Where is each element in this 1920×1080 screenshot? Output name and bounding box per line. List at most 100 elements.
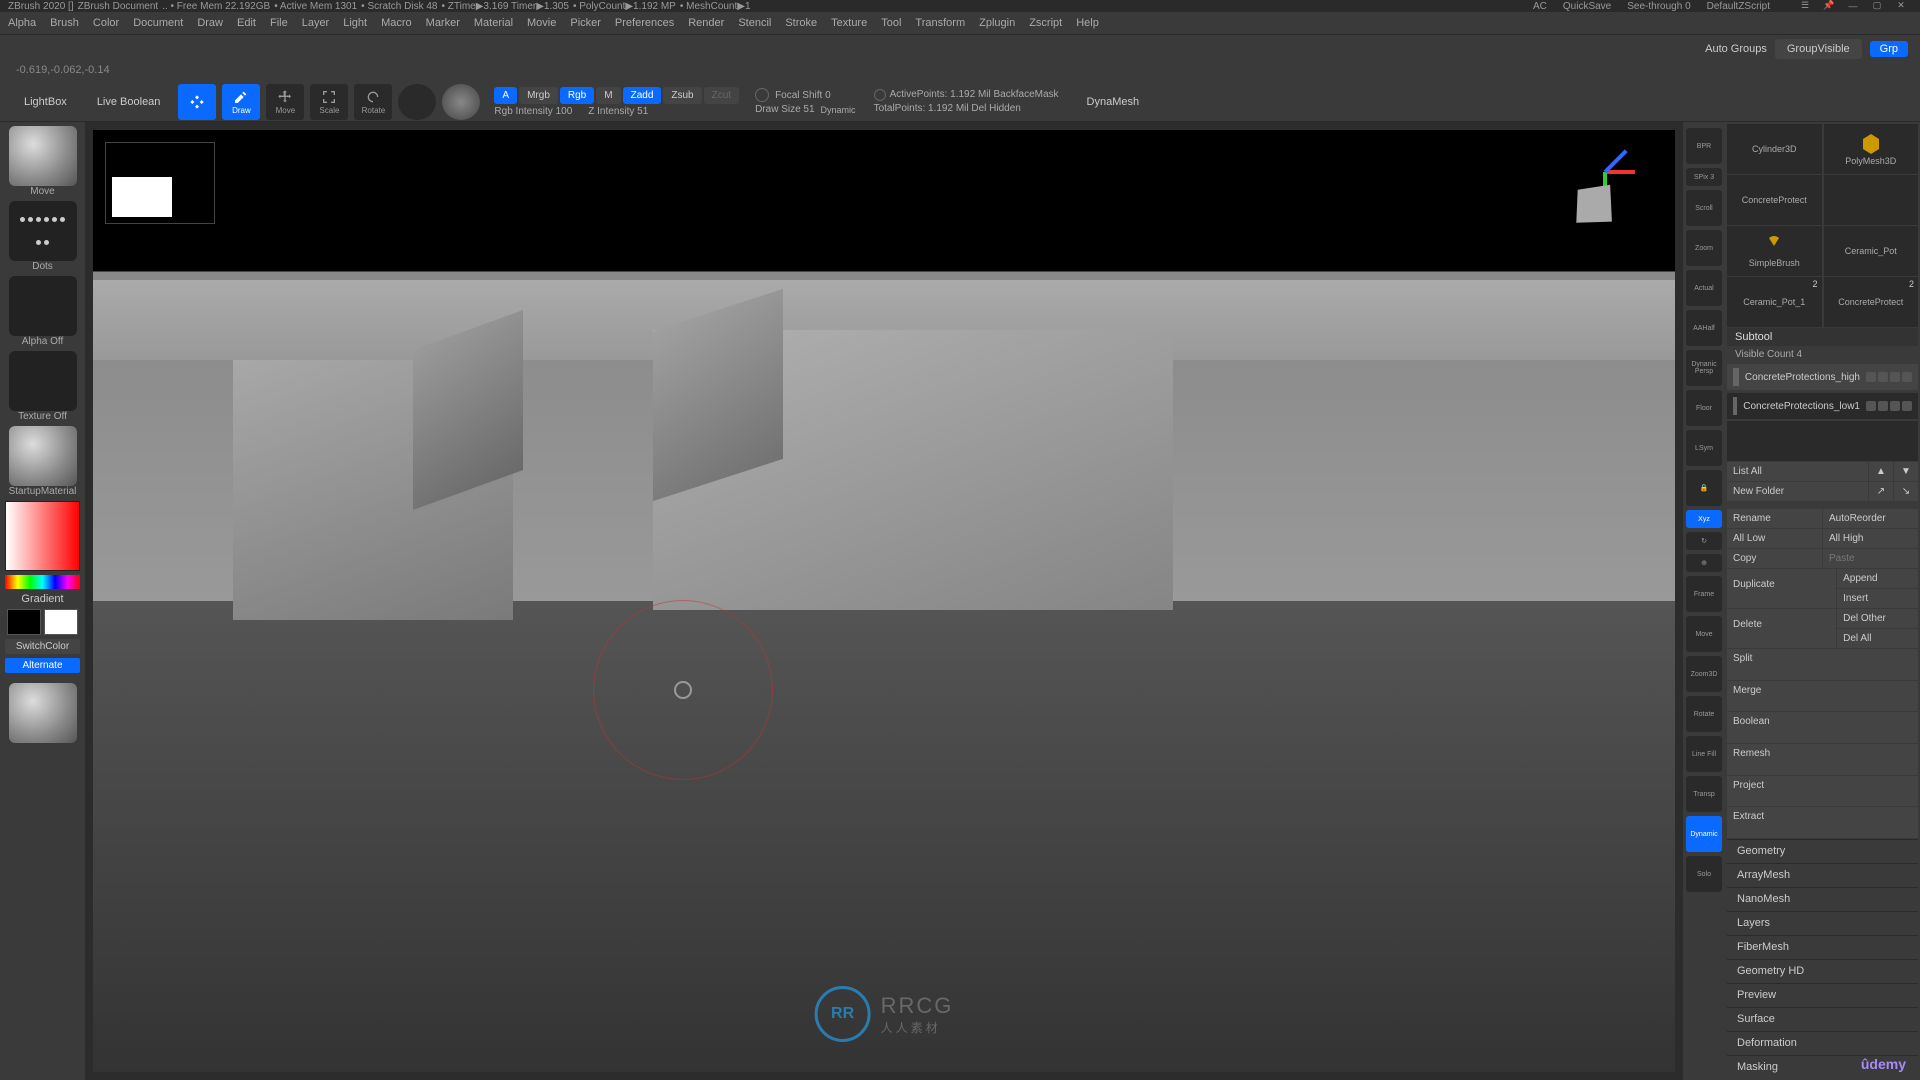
tool-empty[interactable] — [1824, 175, 1919, 225]
delall-button[interactable]: Del All — [1837, 629, 1918, 648]
rotate3d-button[interactable]: Rotate — [1686, 696, 1722, 732]
scale-button[interactable]: Scale — [310, 84, 348, 120]
rgb-button[interactable]: Rgb — [560, 87, 594, 104]
merge-button[interactable]: Merge — [1727, 681, 1918, 712]
menu-file[interactable]: File — [270, 17, 288, 29]
project-button[interactable]: Project — [1727, 776, 1918, 807]
extract-button[interactable]: Extract — [1727, 807, 1918, 838]
lock-button[interactable]: 🔒 — [1686, 470, 1722, 506]
menu-texture[interactable]: Texture — [831, 17, 867, 29]
copy-button[interactable]: Copy — [1727, 549, 1822, 568]
menu-brush[interactable]: Brush — [50, 17, 79, 29]
snap-button[interactable]: ↻ — [1686, 532, 1722, 550]
zadd-button[interactable]: Zadd — [623, 87, 662, 104]
delother-button[interactable]: Del Other — [1837, 609, 1918, 628]
floor-button[interactable]: Floor — [1686, 390, 1722, 426]
accordion-preview[interactable]: Preview — [1727, 983, 1918, 1006]
accordion-deformation[interactable]: Deformation — [1727, 1031, 1918, 1054]
transp-button[interactable]: Transp — [1686, 776, 1722, 812]
stroke-slot[interactable]: Dots — [5, 201, 80, 272]
groupvisible-button[interactable]: GroupVisible — [1775, 39, 1862, 59]
arrow2-button[interactable]: ↘ — [1894, 482, 1918, 501]
zoom-button[interactable]: Zoom — [1686, 230, 1722, 266]
tool-cylinder3d[interactable]: Cylinder3D — [1727, 124, 1822, 174]
accordion-arraymesh[interactable]: ArrayMesh — [1727, 863, 1918, 886]
arrow1-button[interactable]: ↗ — [1869, 482, 1893, 501]
material-slot[interactable]: StartupMaterial — [5, 426, 80, 497]
sculptris-button[interactable] — [398, 84, 436, 120]
gradient-label[interactable]: Gradient — [21, 593, 63, 605]
brush-slot[interactable]: Move — [5, 126, 80, 197]
menu-icon[interactable]: ☰ — [1798, 1, 1812, 11]
pin-icon[interactable]: 📌 — [1822, 1, 1836, 11]
quicksave-button[interactable]: QuickSave — [1563, 1, 1611, 12]
menu-edit[interactable]: Edit — [237, 17, 256, 29]
accordion-layers[interactable]: Layers — [1727, 911, 1918, 934]
switchcolor-button[interactable]: SwitchColor — [5, 639, 80, 654]
movedown-button[interactable]: ▼ — [1894, 462, 1918, 481]
accordion-fibermesh[interactable]: FiberMesh — [1727, 935, 1918, 958]
menu-picker[interactable]: Picker — [570, 17, 601, 29]
linefill-button[interactable]: Line Fill — [1686, 736, 1722, 772]
swatch-secondary[interactable] — [7, 609, 41, 635]
close-icon[interactable]: ✕ — [1894, 1, 1908, 11]
newfolder-button[interactable]: New Folder — [1727, 482, 1868, 501]
menu-preferences[interactable]: Preferences — [615, 17, 674, 29]
dynamic-toggle[interactable]: Dynamic — [821, 105, 856, 115]
menu-draw[interactable]: Draw — [197, 17, 223, 29]
spix-button[interactable]: SPix 3 — [1686, 168, 1722, 186]
zsub-button[interactable]: Zsub — [663, 87, 701, 104]
alpha-slot[interactable]: Alpha Off — [5, 276, 80, 347]
menu-zscript[interactable]: Zscript — [1029, 17, 1062, 29]
lsym-button[interactable]: LSym — [1686, 430, 1722, 466]
zoom3d-button[interactable]: Zoom3D — [1686, 656, 1722, 692]
alternate-button[interactable]: Alternate — [5, 658, 80, 673]
accordion-geometryhd[interactable]: Geometry HD — [1727, 959, 1918, 982]
orientation-gizmo[interactable] — [1565, 150, 1645, 230]
boolean-button[interactable]: Boolean — [1727, 712, 1918, 743]
menu-color[interactable]: Color — [93, 17, 119, 29]
grp-button[interactable]: Grp — [1870, 41, 1908, 57]
delete-button[interactable]: Delete — [1727, 609, 1836, 648]
split-button[interactable]: Split — [1727, 649, 1918, 680]
insert-button[interactable]: Insert — [1837, 589, 1918, 608]
subtool-vis-icons[interactable] — [1866, 401, 1912, 411]
move-button[interactable]: Move — [266, 84, 304, 120]
accordion-surface[interactable]: Surface — [1727, 1007, 1918, 1030]
menu-macro[interactable]: Macro — [381, 17, 412, 29]
menu-movie[interactable]: Movie — [527, 17, 556, 29]
minimize-icon[interactable]: — — [1846, 1, 1860, 11]
menu-document[interactable]: Document — [133, 17, 183, 29]
tool-concreteprotect2[interactable]: 2ConcreteProtect — [1824, 277, 1919, 327]
menu-material[interactable]: Material — [474, 17, 513, 29]
xyz-button[interactable]: Xyz — [1686, 510, 1722, 528]
menu-stroke[interactable]: Stroke — [785, 17, 817, 29]
actual-button[interactable]: Actual — [1686, 270, 1722, 306]
paste-button[interactable]: Paste — [1823, 549, 1918, 568]
autogroups-button[interactable]: Auto Groups — [1705, 43, 1767, 55]
aahalf-button[interactable]: AAHalf — [1686, 310, 1722, 346]
material-preview[interactable] — [9, 683, 77, 743]
alllow-button[interactable]: All Low — [1727, 529, 1822, 548]
rotate-button[interactable]: Rotate — [354, 84, 392, 120]
duplicate-button[interactable]: Duplicate — [1727, 569, 1836, 608]
tool-ceramicpot1[interactable]: 2Ceramic_Pot_1 — [1727, 277, 1822, 327]
tool-concreteprotect[interactable]: ConcreteProtect — [1727, 175, 1822, 225]
solo-button[interactable]: Solo — [1686, 856, 1722, 892]
frame-button[interactable]: Frame — [1686, 576, 1722, 612]
subtool-vis-icons[interactable] — [1866, 372, 1912, 382]
accordion-nanomesh[interactable]: NanoMesh — [1727, 887, 1918, 910]
texture-slot[interactable]: Texture Off — [5, 351, 80, 422]
move3d-button[interactable]: Move — [1686, 616, 1722, 652]
dynamesh-button[interactable]: DynaMesh — [1075, 92, 1152, 112]
zintensity-slider[interactable]: Z Intensity 51 — [588, 106, 648, 117]
totalpoints-label[interactable]: TotalPoints: 1.192 Mil Del Hidden — [874, 103, 1021, 114]
append-button[interactable]: Append — [1837, 569, 1918, 588]
a-button[interactable]: A — [494, 87, 517, 104]
moveup-button[interactable]: ▲ — [1869, 462, 1893, 481]
menu-transform[interactable]: Transform — [915, 17, 965, 29]
focalshift-slider[interactable]: Focal Shift 0 — [775, 90, 831, 101]
maximize-icon[interactable]: ▢ — [1870, 1, 1884, 11]
tool-polymesh3d[interactable]: PolyMesh3D — [1824, 124, 1919, 174]
color-picker[interactable] — [5, 501, 80, 571]
